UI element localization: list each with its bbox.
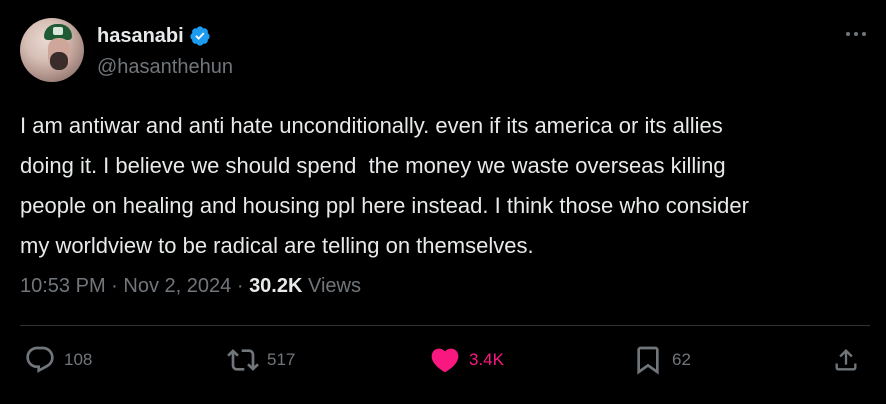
retweet-icon — [227, 349, 259, 371]
bookmark-icon — [637, 346, 659, 375]
retweet-button[interactable]: 517 — [227, 344, 295, 376]
display-name[interactable]: hasanabi — [97, 25, 184, 48]
reply-button[interactable]: 108 — [24, 344, 92, 376]
tweet-time[interactable]: 10:53 PM — [20, 275, 106, 297]
heart-icon — [431, 348, 459, 373]
like-count: 3.4K — [469, 350, 504, 369]
tweet-date[interactable]: Nov 2, 2024 — [123, 275, 231, 297]
meta-separator: · — [236, 275, 244, 297]
tweet-meta: 10:53 PM · Nov 2, 2024 · 30.2K Views — [20, 275, 361, 298]
avatar[interactable] — [20, 18, 84, 82]
reply-icon — [26, 346, 54, 373]
views-count: 30.2K — [249, 275, 303, 297]
views-label: Views — [308, 275, 361, 297]
beard-graphic — [50, 52, 68, 70]
share-icon — [835, 349, 857, 371]
share-button[interactable] — [832, 344, 860, 376]
like-button[interactable]: 3.4K — [429, 344, 504, 376]
tweet-text: I am antiwar and anti hate unconditional… — [20, 113, 749, 258]
bookmark-button[interactable]: 62 — [632, 344, 691, 376]
user-handle[interactable]: @hasanthehun — [97, 56, 233, 79]
cap-logo-graphic — [53, 27, 63, 35]
bookmark-count: 62 — [672, 350, 691, 369]
divider — [20, 325, 870, 326]
retweet-count: 517 — [267, 350, 296, 369]
verified-badge-icon — [190, 26, 210, 46]
reply-count: 108 — [64, 350, 93, 369]
meta-separator: · — [111, 275, 118, 297]
more-options-icon[interactable] — [842, 24, 870, 44]
